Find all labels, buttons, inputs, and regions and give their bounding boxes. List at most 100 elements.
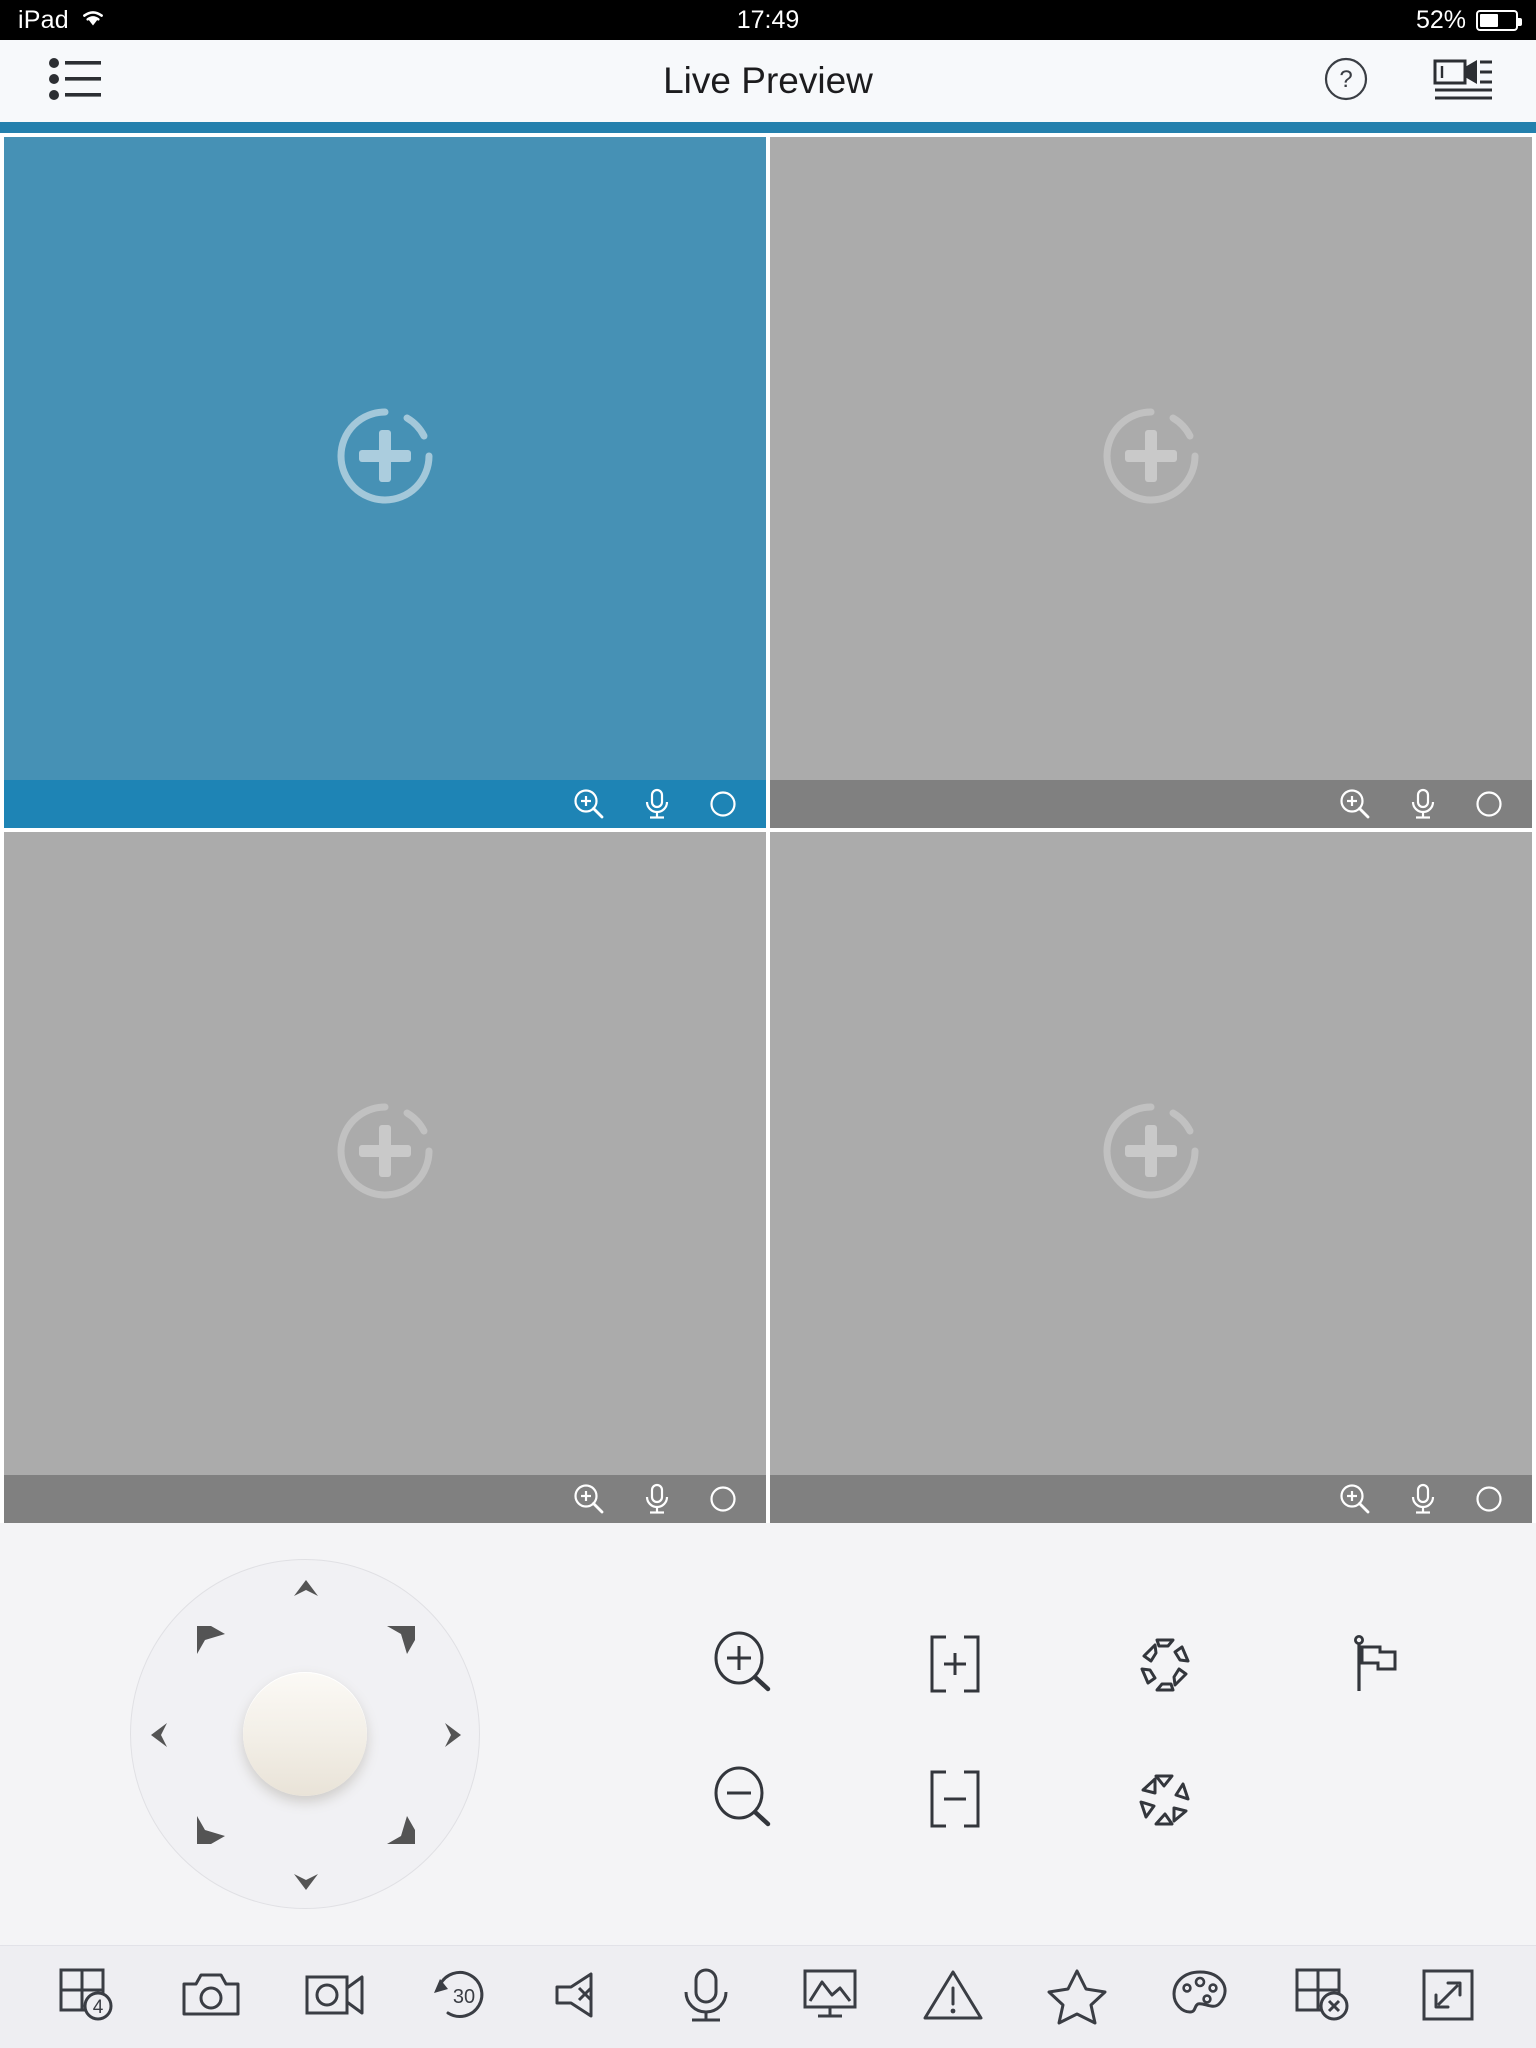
snapshot-camera-icon — [178, 1966, 244, 2029]
close-all-windows-button[interactable] — [1279, 1957, 1369, 2037]
svg-text:30: 30 — [453, 1986, 475, 2008]
add-camera-plus-icon[interactable] — [1095, 1095, 1207, 1212]
status-bar-left: iPad — [18, 6, 107, 35]
favorites-button[interactable] — [1032, 1957, 1122, 2037]
video-cell-3[interactable] — [4, 832, 766, 1523]
live-preview-screen: iPad 17:49 52% Live Preview ? 4 30 — [0, 0, 1536, 2048]
page-title: Live Preview — [663, 60, 873, 101]
record-circle-icon[interactable] — [1474, 789, 1504, 819]
fullscreen-button[interactable] — [1403, 1957, 1493, 2037]
video-cell-2-toolbar — [770, 780, 1532, 828]
video-cell-1-body[interactable] — [4, 137, 766, 780]
zoom-in-icon — [710, 1629, 780, 1704]
two-way-audio-button[interactable] — [661, 1957, 751, 2037]
svg-text:4: 4 — [93, 1997, 104, 2018]
record-circle-icon[interactable] — [1474, 1484, 1504, 1514]
focus-far-button[interactable] — [910, 1757, 1000, 1847]
help-button[interactable]: ? — [1322, 55, 1370, 108]
window-division-icon: 4 — [55, 1964, 121, 2031]
audio-mic-icon[interactable] — [1408, 1482, 1438, 1516]
instant-playback-button[interactable]: 30 — [414, 1957, 504, 2037]
device-list-button[interactable] — [1432, 53, 1494, 110]
list-menu-icon — [48, 54, 106, 109]
video-grid — [0, 133, 1536, 1523]
ptz-direction-pad[interactable] — [130, 1559, 480, 1909]
preset-flag-button[interactable] — [1330, 1622, 1420, 1712]
record-button[interactable] — [290, 1957, 380, 2037]
ptz-down-left-arrow — [197, 1816, 225, 1844]
digital-zoom-icon[interactable] — [572, 787, 606, 821]
focus-near-icon — [920, 1629, 990, 1704]
help-circle-icon: ? — [1322, 55, 1370, 108]
picture-monitor-icon — [798, 1965, 862, 2030]
ptz-up-left-arrow — [197, 1626, 225, 1654]
alarm-warning-icon — [921, 1966, 985, 2029]
fullscreen-expand-icon — [1418, 1965, 1478, 2030]
iris-close-icon — [1130, 1764, 1200, 1839]
zoom-out-icon — [710, 1764, 780, 1839]
navigation-bar: Live Preview ? — [0, 40, 1536, 122]
ptz-left-arrow — [151, 1723, 167, 1747]
add-camera-plus-icon[interactable] — [329, 400, 441, 517]
image-palette-icon — [1169, 1966, 1233, 2029]
battery-icon — [1476, 9, 1522, 31]
add-camera-plus-icon[interactable] — [329, 1095, 441, 1212]
ptz-down-arrow — [294, 1874, 318, 1890]
close-all-windows-icon — [1291, 1964, 1357, 2031]
audio-mic-icon[interactable] — [1408, 787, 1438, 821]
zoom-out-button[interactable] — [700, 1757, 790, 1847]
video-cell-2[interactable] — [770, 137, 1532, 828]
battery-percent-label: 52% — [1415, 5, 1466, 34]
ptz-down-right-arrow — [387, 1816, 415, 1844]
ptz-control-panel — [0, 1523, 1536, 1945]
menu-button[interactable] — [42, 51, 112, 111]
status-bar-clock: 17:49 — [736, 5, 800, 34]
video-cell-3-toolbar — [4, 1475, 766, 1523]
iris-open-button[interactable] — [1120, 1622, 1210, 1712]
navigation-actions: ? — [1322, 53, 1494, 110]
preset-flag-icon — [1340, 1629, 1410, 1704]
iris-close-button[interactable] — [1120, 1757, 1210, 1847]
video-cell-1[interactable] — [4, 137, 766, 828]
record-circle-icon[interactable] — [708, 1484, 738, 1514]
focus-far-icon — [920, 1764, 990, 1839]
alarm-button[interactable] — [908, 1957, 998, 2037]
video-cell-4-toolbar — [770, 1475, 1532, 1523]
instant-playback-icon: 30 — [426, 1965, 492, 2030]
wifi-icon — [79, 6, 107, 35]
digital-zoom-icon[interactable] — [1338, 787, 1372, 821]
speaker-mute-button[interactable] — [537, 1957, 627, 2037]
bottom-toolbar: 4 30 — [0, 1945, 1536, 2048]
ptz-up-arrow — [294, 1580, 318, 1596]
svg-text:?: ? — [1339, 66, 1352, 93]
status-bar-right: 52% — [1415, 5, 1522, 35]
speaker-mute-icon — [549, 1967, 615, 2028]
audio-mic-icon[interactable] — [642, 1482, 672, 1516]
ptz-up-right-arrow — [387, 1626, 415, 1654]
zoom-in-button[interactable] — [700, 1622, 790, 1712]
picture-monitor-button[interactable] — [785, 1957, 875, 2037]
video-cell-1-toolbar — [4, 780, 766, 828]
two-way-audio-mic-icon — [677, 1964, 735, 2031]
device-name-label: iPad — [18, 5, 69, 34]
window-division-button[interactable]: 4 — [43, 1957, 133, 2037]
digital-zoom-icon[interactable] — [1338, 1482, 1372, 1516]
focus-near-button[interactable] — [910, 1622, 1000, 1712]
audio-mic-icon[interactable] — [642, 787, 672, 821]
video-cell-4-body[interactable] — [770, 832, 1532, 1475]
image-settings-button[interactable] — [1156, 1957, 1246, 2037]
ios-status-bar: iPad 17:49 52% — [0, 0, 1536, 40]
video-cell-2-body[interactable] — [770, 137, 1532, 780]
digital-zoom-icon[interactable] — [572, 1482, 606, 1516]
camera-list-icon — [1432, 53, 1494, 110]
add-camera-plus-icon[interactable] — [1095, 400, 1207, 517]
video-cell-4[interactable] — [770, 832, 1532, 1523]
iris-open-icon — [1130, 1629, 1200, 1704]
record-circle-icon[interactable] — [708, 789, 738, 819]
favorites-star-icon — [1045, 1965, 1109, 2030]
video-cell-3-body[interactable] — [4, 832, 766, 1475]
navbar-accent-bar — [0, 122, 1536, 133]
record-video-icon — [302, 1967, 368, 2028]
snapshot-button[interactable] — [166, 1957, 256, 2037]
ptz-function-buttons — [640, 1599, 1480, 1869]
